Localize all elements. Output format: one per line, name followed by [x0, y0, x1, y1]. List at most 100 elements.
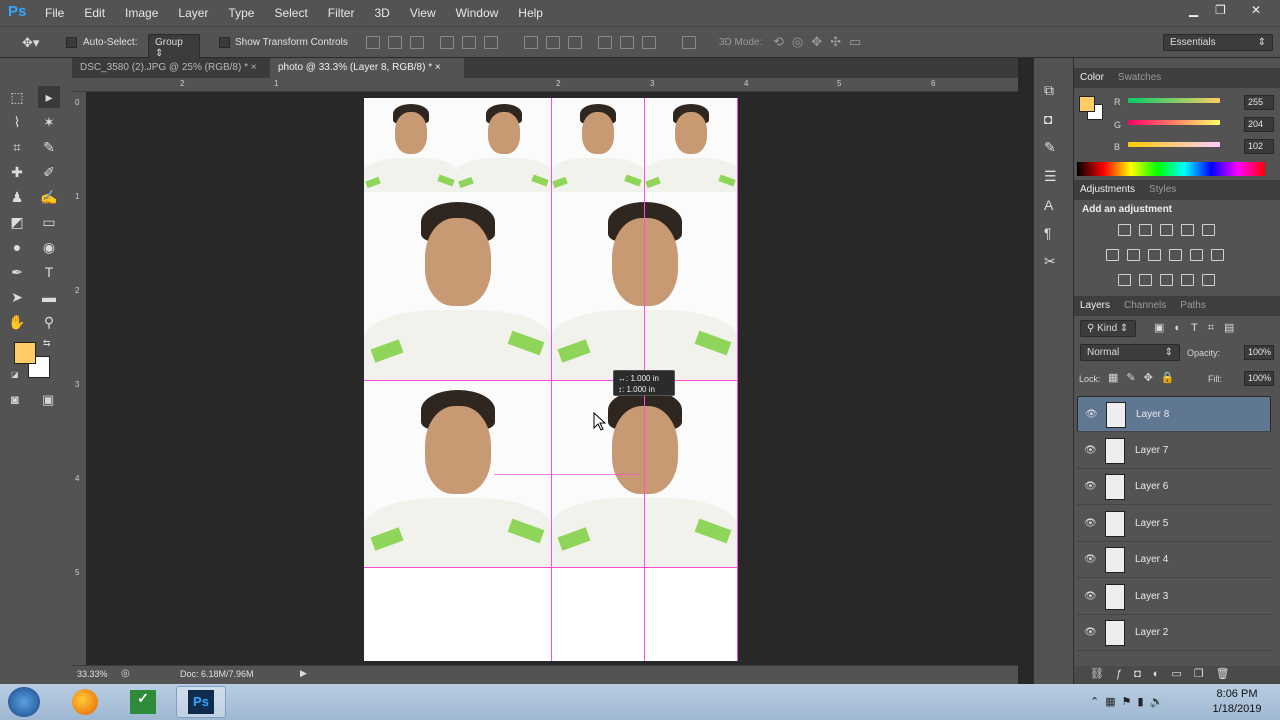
document-canvas[interactable] [364, 98, 738, 661]
menu-window[interactable]: Window [456, 6, 499, 20]
tab-close-icon[interactable]: × [435, 62, 441, 73]
gradient-map-icon[interactable] [1202, 274, 1215, 286]
workspace-dropdown[interactable]: Essentials ⇕ [1163, 34, 1273, 51]
blend-mode-dropdown[interactable]: Normal ⇕ [1080, 344, 1180, 361]
menu-layer[interactable]: Layer [178, 6, 208, 20]
clock-time[interactable]: 8:06 PM [1207, 688, 1267, 700]
menu-file[interactable]: File [45, 6, 64, 20]
menu-help[interactable]: Help [518, 6, 543, 20]
visibility-eye-icon[interactable]: 👁 [1084, 627, 1097, 638]
layer-row-6[interactable]: 👁 Layer 6 [1077, 469, 1271, 505]
lock-icons[interactable]: ▦✎✥🔒 [1108, 371, 1183, 384]
menu-select[interactable]: Select [274, 6, 307, 20]
photo-filter-icon[interactable] [1169, 249, 1182, 261]
vibrance-icon[interactable] [1202, 224, 1215, 236]
visibility-eye-icon[interactable]: 👁 [1084, 554, 1097, 565]
path-selection-icon[interactable]: ➤ [6, 286, 28, 308]
crop-tool-icon[interactable]: ⌗ [6, 136, 28, 158]
history-brush-icon[interactable]: ✍ [38, 186, 60, 208]
lasso-tool-icon[interactable]: ⌇ [6, 111, 28, 133]
opacity-value[interactable]: 100% [1244, 345, 1274, 360]
hue-saturation-icon[interactable] [1106, 249, 1119, 261]
threshold-icon[interactable] [1160, 274, 1173, 286]
distribute-vcenter-icon[interactable] [546, 36, 560, 49]
menu-edit[interactable]: Edit [84, 6, 105, 20]
align-left-icon[interactable] [440, 36, 454, 49]
tab-channels[interactable]: Channels [1124, 300, 1166, 312]
align-bottom-icon[interactable] [410, 36, 424, 49]
pen-tool-icon[interactable]: ✒ [6, 261, 28, 283]
brush-panel-icon[interactable]: ☰ [1044, 168, 1057, 185]
clock-date[interactable]: 1/18/2019 [1207, 703, 1267, 715]
move-tool-icon[interactable]: ▸ [38, 86, 60, 108]
zoom-level[interactable]: 33.33% [77, 669, 108, 679]
photoshop-taskbar-icon[interactable]: Ps [176, 686, 226, 718]
color-balance-icon[interactable] [1127, 249, 1140, 261]
visibility-eye-icon[interactable]: 👁 [1084, 445, 1097, 456]
magic-wand-icon[interactable]: ✶ [38, 111, 60, 133]
tab-layers[interactable]: Layers [1080, 300, 1110, 312]
curves-icon[interactable] [1160, 224, 1173, 236]
color-lookup-icon[interactable] [1211, 249, 1224, 261]
invert-icon[interactable] [1118, 274, 1131, 286]
b-slider[interactable] [1128, 142, 1220, 147]
g-value[interactable]: 204 [1244, 117, 1274, 132]
visibility-eye-icon[interactable]: 👁 [1085, 409, 1098, 420]
brightness-icon[interactable] [1118, 224, 1131, 236]
layers-footer-icons[interactable]: ⛓ƒ◘◐▭❐🗑 [1074, 666, 1280, 684]
visibility-eye-icon[interactable]: 👁 [1084, 481, 1097, 492]
start-button[interactable] [8, 687, 40, 717]
menu-filter[interactable]: Filter [328, 6, 355, 20]
align-top-icon[interactable] [366, 36, 380, 49]
layer-row-3[interactable]: 👁 Layer 3 [1077, 579, 1271, 615]
move-tool-preset-icon[interactable]: ✥▾ [22, 35, 39, 51]
minimize-button[interactable]: ▁ [1189, 3, 1198, 17]
layer-row-7[interactable]: 👁 Layer 7 [1077, 433, 1271, 469]
status-menu-arrow-icon[interactable]: ▶ [300, 668, 307, 679]
hand-tool-icon[interactable]: ✋ [6, 311, 28, 333]
eyedropper-tool-icon[interactable]: ✎ [38, 136, 60, 158]
levels-icon[interactable] [1139, 224, 1152, 236]
layer-filter-icons[interactable]: ▣◐T⌗▤ [1154, 321, 1244, 335]
exposure-icon[interactable] [1181, 224, 1194, 236]
quick-mask-icon[interactable]: ◙ [11, 392, 19, 407]
tab-swatches[interactable]: Swatches [1118, 72, 1161, 84]
channel-mixer-icon[interactable] [1190, 249, 1203, 261]
restore-button[interactable]: ❐ [1215, 3, 1226, 17]
menu-3d[interactable]: 3D [374, 6, 389, 20]
marquee-tool-icon[interactable]: ⬚ [6, 86, 28, 108]
menu-image[interactable]: Image [125, 6, 158, 20]
tab-photo[interactable]: photo @ 33.3% (Layer 8, RGB/8) * × [270, 58, 464, 78]
default-colors-icon[interactable]: ◪ [11, 370, 19, 379]
system-tray-icons[interactable]: ⌃▦⚑▮🔊 [1090, 695, 1169, 708]
distribute-left-icon[interactable] [598, 36, 612, 49]
brush-tool-icon[interactable]: ✐ [38, 161, 60, 183]
distribute-right-icon[interactable] [642, 36, 656, 49]
foreground-color-fill[interactable] [14, 342, 36, 364]
layer-row-5[interactable]: 👁 Layer 5 [1077, 506, 1271, 542]
align-hcenter-icon[interactable] [462, 36, 476, 49]
type-tool-icon[interactable]: T [38, 261, 60, 283]
swap-colors-icon[interactable]: ⇆ [43, 338, 51, 349]
distribute-top-icon[interactable] [524, 36, 538, 49]
tab-close-icon[interactable]: × [251, 62, 257, 73]
distribute-bottom-icon[interactable] [568, 36, 582, 49]
black-white-icon[interactable] [1148, 249, 1161, 261]
b-value[interactable]: 102 [1244, 139, 1274, 154]
align-right-icon[interactable] [484, 36, 498, 49]
fill-value[interactable]: 100% [1244, 371, 1274, 386]
auto-select-checkbox[interactable] [66, 36, 77, 48]
selective-color-icon[interactable] [1181, 274, 1194, 286]
tab-color[interactable]: Color [1080, 72, 1104, 84]
visibility-eye-icon[interactable]: 👁 [1084, 518, 1097, 529]
menu-type[interactable]: Type [228, 6, 254, 20]
layer-row-2[interactable]: 👁 Layer 2 [1077, 615, 1271, 651]
distribute-hcenter-icon[interactable] [620, 36, 634, 49]
tool-presets-icon[interactable]: ✂ [1044, 253, 1057, 270]
paragraph-panel-icon[interactable]: ¶ [1044, 225, 1057, 241]
layer-row-8[interactable]: 👁 Layer 8 [1077, 396, 1271, 432]
gradient-tool-icon[interactable]: ▭ [38, 211, 60, 233]
tab-styles[interactable]: Styles [1149, 184, 1176, 196]
auto-align-icon[interactable] [682, 36, 696, 49]
layer-kind-filter[interactable]: ⚲ Kind ⇕ [1080, 320, 1136, 337]
